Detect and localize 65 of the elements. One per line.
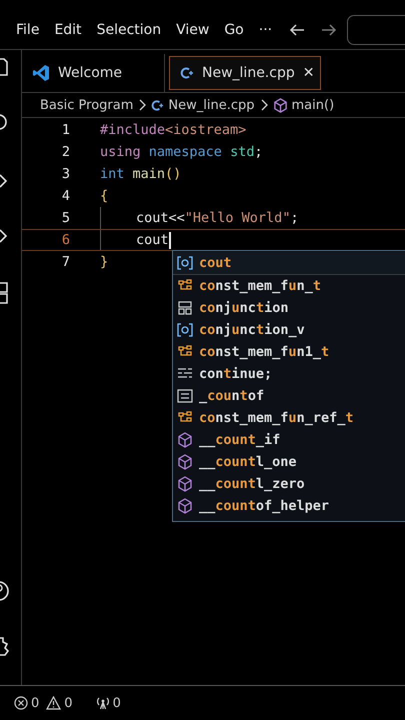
variable-icon <box>177 323 193 337</box>
line-number: 3 <box>60 166 70 182</box>
error-count[interactable]: 0 <box>31 696 40 710</box>
close-icon[interactable]: ✕ <box>302 65 314 81</box>
files-icon[interactable] <box>0 58 8 76</box>
text-cursor <box>168 232 171 248</box>
line-number: 5 <box>60 210 70 226</box>
cpp-file-icon <box>180 66 194 80</box>
forward-arrow-icon[interactable] <box>321 24 338 36</box>
editor-tab[interactable]: New_line.cpp ✕ <box>169 56 322 90</box>
back-arrow-icon[interactable] <box>289 24 306 36</box>
breadcrumb-item[interactable]: main() <box>272 98 334 112</box>
suggestion-item[interactable]: continue; <box>173 363 405 385</box>
cube-icon <box>177 454 193 470</box>
line-number: 1 <box>60 122 70 138</box>
suggestion-item[interactable]: __countl_zero <box>173 473 405 495</box>
suggestion-item[interactable]: __countof_helper <box>173 495 405 517</box>
chevron-icon[interactable] <box>0 174 8 188</box>
suggestion-item[interactable]: const_mem_fun1_t <box>173 341 405 363</box>
cube-icon <box>272 98 288 112</box>
variable-icon <box>177 256 193 270</box>
cube-icon <box>177 498 193 514</box>
logo-icon <box>32 64 50 82</box>
menu-item[interactable]: Edit <box>54 22 82 38</box>
editor-tab[interactable]: Welcome <box>22 54 165 92</box>
account-icon[interactable] <box>0 580 9 602</box>
cube-icon <box>177 476 193 492</box>
warning-count[interactable]: 0 <box>64 696 73 710</box>
code-line: } <box>100 254 108 270</box>
cube-icon <box>177 432 193 448</box>
line-number: 4 <box>60 188 70 204</box>
menu-item[interactable]: Go <box>224 22 244 38</box>
port-count[interactable]: 0 <box>112 696 121 710</box>
line-number: 2 <box>60 144 70 160</box>
command-center-field[interactable] <box>347 14 405 44</box>
suggestion-item[interactable]: const_mem_fun_t <box>173 275 405 297</box>
suggestion-item[interactable]: cout <box>173 252 405 275</box>
warning-icon[interactable] <box>46 696 62 710</box>
suggestion-item[interactable]: __countl_one <box>173 451 405 473</box>
antenna-icon[interactable] <box>96 696 110 710</box>
menu-item[interactable]: ··· <box>258 22 272 38</box>
code-line: int main() <box>100 166 182 182</box>
code-line: #include<iostream> <box>100 122 246 138</box>
code-line: { <box>100 188 108 204</box>
menu-item[interactable]: View <box>176 22 210 38</box>
menu-item[interactable]: Selection <box>96 22 162 38</box>
code-line: using namespace std; <box>100 144 263 160</box>
run-icon[interactable] <box>0 228 8 244</box>
snippet-icon <box>177 389 193 403</box>
code-line: cout <box>136 232 169 248</box>
menu-item[interactable]: File <box>16 22 40 38</box>
struct-icon <box>177 301 193 315</box>
extensions-icon[interactable] <box>0 282 8 304</box>
line-number: 7 <box>60 254 70 270</box>
cpp-file-icon <box>151 98 164 112</box>
line-number: 6 <box>60 232 70 248</box>
chevron-icon <box>260 99 268 111</box>
code-line: cout<<"Hello World"; <box>136 210 299 226</box>
suggestion-item[interactable]: _countof <box>173 385 405 407</box>
breadcrumb-item[interactable]: Basic Program <box>40 98 134 112</box>
breadcrumb-item[interactable]: New_line.cpp <box>151 98 255 112</box>
suggestion-item[interactable]: const_mem_fun_ref_t <box>173 407 405 429</box>
suggestion-item[interactable]: __count_if <box>173 429 405 451</box>
chevron-icon <box>138 99 146 111</box>
error-icon[interactable] <box>14 696 28 710</box>
